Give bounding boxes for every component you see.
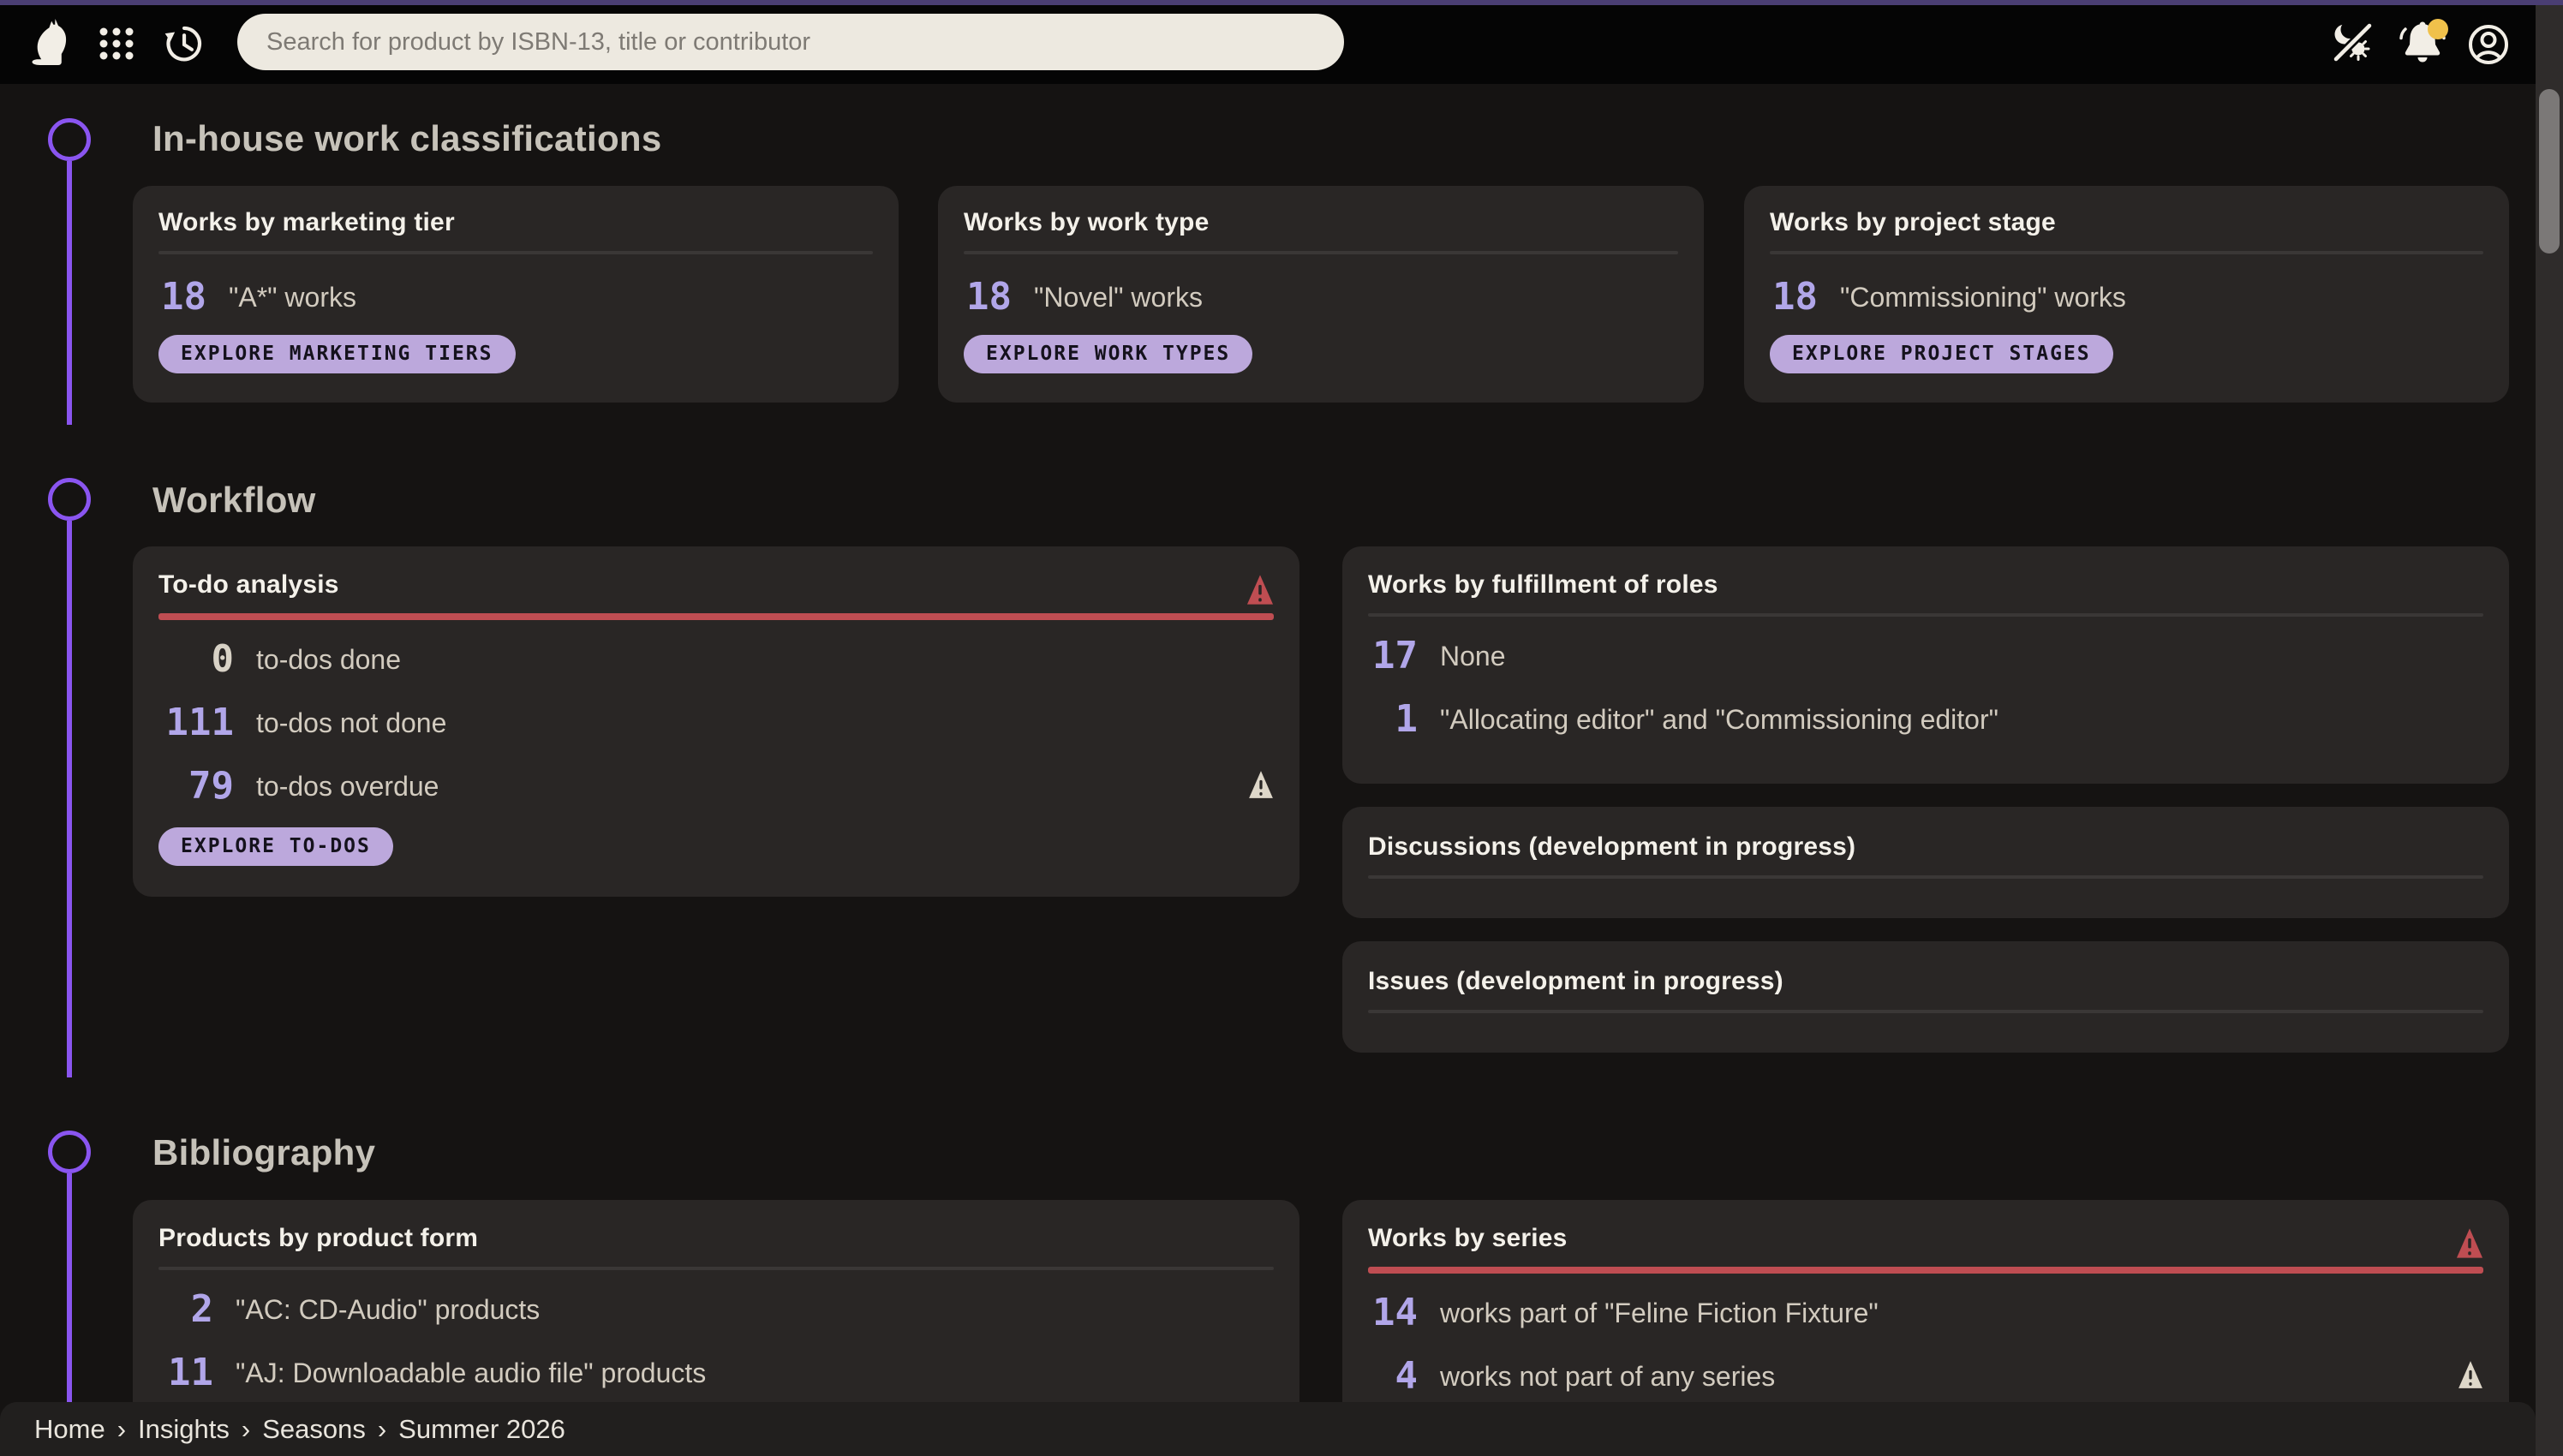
divider — [1770, 251, 2483, 254]
stat-value: 17 — [1368, 637, 1418, 675]
timeline-node-workflow — [48, 478, 91, 521]
stat-row: 79 to-dos overdue — [158, 762, 1274, 810]
cat-logo-icon[interactable] — [29, 17, 70, 69]
theme-toggle-icon[interactable] — [2332, 20, 2373, 63]
notification-badge — [2428, 19, 2448, 39]
divider — [158, 1267, 1274, 1270]
stat-value: 2 — [158, 1291, 213, 1328]
stat-label: works part of "Feline Fiction Fixture" — [1440, 1298, 1879, 1329]
stat-label: to-dos not done — [256, 707, 446, 739]
timeline-line — [67, 521, 72, 1077]
card-discussions: Discussions (development in progress) — [1342, 807, 2509, 918]
stat-value: 79 — [158, 767, 234, 805]
top-accent-strip — [0, 0, 2563, 5]
alert-triangle-icon — [2456, 1227, 2483, 1263]
timeline-line — [67, 161, 72, 425]
stat-label: "AC: CD-Audio" products — [236, 1294, 540, 1326]
explore-work-types-button[interactable]: EXPLORE WORK TYPES — [964, 335, 1252, 373]
card-todo-analysis: To-do analysis 0 to-dos done 111 to-dos … — [133, 546, 1299, 897]
stat-value: 111 — [158, 704, 234, 742]
stat-row: 4 works not part of any series — [1368, 1352, 2483, 1400]
card-title: Works by fulfillment of roles — [1368, 570, 2483, 600]
card-title: Discussions (development in progress) — [1368, 832, 2483, 862]
breadcrumb-separator: › — [242, 1414, 250, 1445]
section-title-bibliography: Bibliography — [152, 1132, 375, 1173]
stat-value: 14 — [1368, 1294, 1418, 1332]
divider — [1368, 875, 2483, 879]
stat-row: 2 "AC: CD-Audio" products — [158, 1286, 1274, 1334]
card-issues: Issues (development in progress) — [1342, 941, 2509, 1053]
explore-todos-button[interactable]: EXPLORE TO-DOS — [158, 827, 393, 866]
stat-value: 0 — [158, 641, 234, 678]
timeline-node-bibliography — [48, 1131, 91, 1173]
stat-row: 14 works part of "Feline Fiction Fixture… — [1368, 1289, 2483, 1337]
explore-project-stages-button[interactable]: EXPLORE PROJECT STAGES — [1770, 335, 2113, 373]
scrollbar-track[interactable] — [2536, 5, 2563, 1456]
stat-row: 17 None — [1368, 632, 2483, 680]
explore-marketing-tiers-button[interactable]: EXPLORE MARKETING TIERS — [158, 335, 516, 373]
timeline-line — [67, 1173, 72, 1405]
card-title: Works by project stage — [1770, 208, 2483, 237]
card-title: Works by series — [1368, 1224, 2483, 1253]
divider — [158, 251, 873, 254]
warning-triangle-icon — [1248, 770, 1274, 803]
divider-alert — [1368, 1267, 2483, 1274]
scrollbar-thumb[interactable] — [2539, 89, 2560, 254]
card-title: To-do analysis — [158, 570, 1274, 600]
apps-grid-icon[interactable] — [99, 27, 134, 60]
stat-value: 18 — [964, 278, 1012, 316]
divider — [1368, 613, 2483, 617]
section-title-classifications: In-house work classifications — [152, 118, 662, 159]
history-icon[interactable] — [162, 21, 205, 64]
stat-label: works not part of any series — [1440, 1361, 1775, 1393]
stat-value: 18 — [158, 278, 206, 316]
divider — [964, 251, 1678, 254]
breadcrumb-separator: › — [117, 1414, 126, 1445]
stat-label: None — [1440, 641, 1506, 672]
card-works-by-project-stage: Works by project stage 18 "Commissioning… — [1744, 186, 2509, 403]
page: In-house work classifications Works by m… — [0, 0, 2563, 1456]
stat-label: "AJ: Downloadable audio file" products — [236, 1358, 706, 1389]
breadcrumb-home[interactable]: Home — [34, 1414, 105, 1445]
stat-row: 11 "AJ: Downloadable audio file" product… — [158, 1349, 1274, 1397]
card-title: Works by work type — [964, 208, 1678, 237]
card-title: Products by product form — [158, 1224, 1274, 1253]
stat-label: to-dos overdue — [256, 771, 439, 803]
breadcrumb: Home › Insights › Seasons › Summer 2026 — [0, 1402, 2536, 1456]
divider — [1368, 1010, 2483, 1013]
account-icon[interactable] — [2468, 24, 2509, 65]
stat-value: 1 — [1368, 701, 1418, 738]
stat-label: "Commissioning" works — [1840, 282, 2126, 313]
stat-value: 11 — [158, 1354, 213, 1392]
stat-label: "A*" works — [229, 282, 356, 313]
card-title: Issues (development in progress) — [1368, 967, 2483, 996]
breadcrumb-current-page: Summer 2026 — [398, 1414, 565, 1445]
stat-row: 0 to-dos done — [158, 636, 1274, 683]
stat-row: 111 to-dos not done — [158, 699, 1274, 747]
breadcrumb-separator: › — [378, 1414, 386, 1445]
top-bar — [0, 0, 2563, 84]
card-title: Works by marketing tier — [158, 208, 873, 237]
stat-value: 18 — [1770, 278, 1818, 316]
section-title-workflow: Workflow — [152, 480, 316, 521]
alert-triangle-icon — [1246, 574, 1274, 610]
card-works-by-fulfillment: Works by fulfillment of roles 17 None 1 … — [1342, 546, 2509, 784]
search-input[interactable] — [237, 14, 1344, 70]
card-works-by-work-type: Works by work type 18 "Novel" works EXPL… — [938, 186, 1704, 403]
stat-label: to-dos done — [256, 644, 401, 676]
divider-alert — [158, 613, 1274, 620]
stat-label: "Allocating editor" and "Commissioning e… — [1440, 704, 1998, 736]
stat-label: "Novel" works — [1034, 282, 1203, 313]
stat-row: 18 "A*" works — [158, 273, 873, 321]
notifications-bell-icon[interactable] — [2395, 17, 2450, 67]
warning-triangle-icon — [2458, 1360, 2483, 1393]
stat-row: 18 "Commissioning" works — [1770, 273, 2483, 321]
breadcrumb-seasons[interactable]: Seasons — [262, 1414, 366, 1445]
stat-row: 1 "Allocating editor" and "Commissioning… — [1368, 695, 2483, 743]
stat-row: 18 "Novel" works — [964, 273, 1678, 321]
card-works-by-marketing-tier: Works by marketing tier 18 "A*" works EX… — [133, 186, 899, 403]
breadcrumb-insights[interactable]: Insights — [138, 1414, 230, 1445]
timeline-node-classifications — [48, 118, 91, 161]
stat-value: 4 — [1368, 1358, 1418, 1395]
